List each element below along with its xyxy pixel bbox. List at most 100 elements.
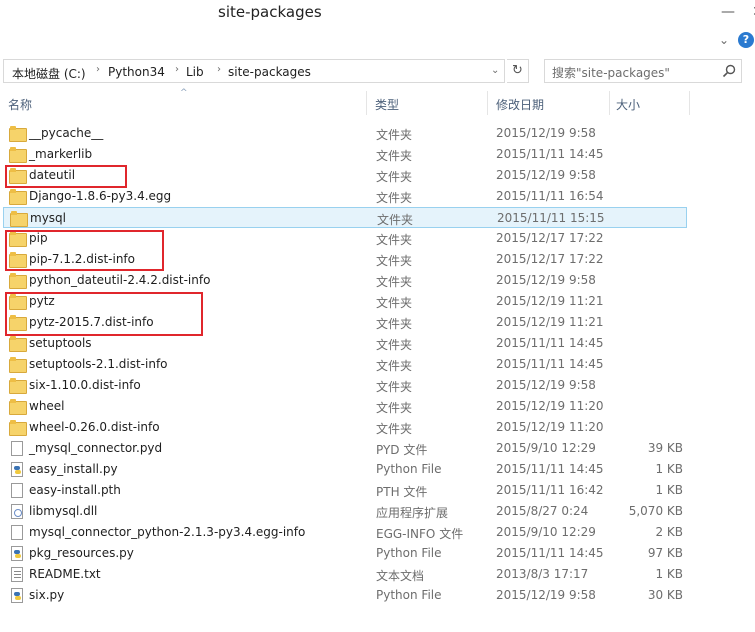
file-row[interactable]: setuptools-2.1.dist-info 文件夹 2015/11/11 14… bbox=[0, 354, 690, 375]
file-row[interactable]: wheel-0.26.0.dist-info 文件夹 2015/12/19 11:2… bbox=[0, 417, 690, 438]
chevron-right-icon[interactable]: › bbox=[217, 64, 221, 75]
file-row[interactable]: pytz-2015.7.dist-info 文件夹 2015/12/19 11:21 bbox=[0, 312, 690, 333]
file-modified-date: 2015/12/19 9:58 bbox=[496, 168, 596, 182]
address-row: 本地磁盘 (C:) › Python34 › Lib › site-packag… bbox=[0, 57, 755, 87]
file-type: 文件夹 bbox=[376, 380, 413, 394]
file-row[interactable]: easy_install.py Python File 2015/11/11 14:… bbox=[0, 459, 690, 480]
file-modified-date: 2015/12/19 11:20 bbox=[496, 399, 604, 413]
text-file-icon bbox=[11, 567, 23, 582]
file-modified-date: 2015/12/19 11:21 bbox=[496, 294, 604, 308]
file-size: 1 KB bbox=[655, 567, 683, 581]
file-icon bbox=[11, 441, 23, 456]
file-type: 文件夹 bbox=[376, 128, 413, 142]
file-modified-date: 2015/12/19 9:58 bbox=[496, 126, 596, 140]
search-icon[interactable] bbox=[721, 63, 737, 79]
file-modified-date: 2015/9/10 12:29 bbox=[496, 441, 596, 455]
file-row[interactable]: pip 文件夹 2015/12/17 17:22 bbox=[0, 228, 690, 249]
window-title: site-packages bbox=[218, 3, 322, 21]
file-type: 文件夹 bbox=[376, 422, 413, 436]
column-header-name[interactable]: 名称 bbox=[8, 96, 32, 113]
chevron-right-icon[interactable]: › bbox=[96, 64, 100, 75]
file-row[interactable]: __pycache__ 文件夹 2015/12/19 9:58 bbox=[0, 123, 690, 144]
file-row[interactable]: easy-install.pth PTH 文件 2015/11/11 16:42 1 … bbox=[0, 480, 690, 501]
column-divider[interactable] bbox=[366, 91, 367, 115]
file-name: mysql bbox=[30, 211, 66, 225]
file-row[interactable]: mysql_connector_python-2.1.3-py3.4.egg-i… bbox=[0, 522, 690, 543]
file-type: Python File bbox=[376, 588, 442, 602]
address-bar[interactable]: 本地磁盘 (C:) › Python34 › Lib › site-packag… bbox=[3, 59, 505, 83]
file-row[interactable]: pkg_resources.py Python File 2015/11/11 14… bbox=[0, 543, 690, 564]
ribbon-bar: ⌄ ? bbox=[0, 27, 755, 55]
file-row[interactable]: pip-7.1.2.dist-info 文件夹 2015/12/17 17:22 bbox=[0, 249, 690, 270]
folder-icon bbox=[10, 211, 28, 227]
breadcrumb-lib[interactable]: Lib bbox=[186, 65, 204, 79]
file-size: 2 KB bbox=[655, 525, 683, 539]
file-name: easy_install.py bbox=[29, 462, 118, 476]
file-modified-date: 2015/11/11 15:15 bbox=[497, 211, 605, 225]
file-type: 文件夹 bbox=[376, 254, 413, 268]
file-name: six-1.10.0.dist-info bbox=[29, 378, 141, 392]
file-row[interactable]: python_dateutil-2.4.2.dist-info 文件夹 2015/1… bbox=[0, 270, 690, 291]
file-name: pytz-2015.7.dist-info bbox=[29, 315, 154, 329]
file-name: _markerlib bbox=[29, 147, 93, 161]
search-input[interactable]: 搜索"site-packages" bbox=[544, 59, 742, 83]
file-type: 文件夹 bbox=[377, 213, 414, 227]
file-modified-date: 2015/11/11 14:45 bbox=[496, 357, 604, 371]
column-divider[interactable] bbox=[609, 91, 610, 115]
file-row[interactable]: setuptools 文件夹 2015/11/11 14:45 bbox=[0, 333, 690, 354]
file-row[interactable]: _markerlib 文件夹 2015/11/11 14:45 bbox=[0, 144, 690, 165]
file-modified-date: 2015/11/11 16:54 bbox=[496, 189, 604, 203]
file-row[interactable]: mysql 文件夹 2015/11/11 15:15 bbox=[3, 207, 687, 228]
close-button[interactable]: ✕ bbox=[744, 0, 755, 24]
file-row[interactable]: six-1.10.0.dist-info 文件夹 2015/12/19 9:58 bbox=[0, 375, 690, 396]
folder-icon bbox=[9, 315, 27, 331]
file-type: 文件夹 bbox=[376, 233, 413, 247]
file-type: EGG-INFO 文件 bbox=[376, 527, 464, 541]
file-size: 1 KB bbox=[655, 462, 683, 476]
chevron-right-icon[interactable]: › bbox=[175, 64, 179, 75]
file-row[interactable]: pytz 文件夹 2015/12/19 11:21 bbox=[0, 291, 690, 312]
file-type: 文件夹 bbox=[376, 191, 413, 205]
folder-icon bbox=[9, 189, 27, 205]
file-row[interactable]: README.txt 文本文档 2013/8/3 17:17 1 KB bbox=[0, 564, 690, 585]
file-name: __pycache__ bbox=[29, 126, 104, 140]
file-modified-date: 2015/12/19 9:58 bbox=[496, 273, 596, 287]
file-modified-date: 2015/12/19 9:58 bbox=[496, 588, 596, 602]
file-row[interactable]: wheel 文件夹 2015/12/19 11:20 bbox=[0, 396, 690, 417]
file-modified-date: 2015/12/17 17:22 bbox=[496, 252, 604, 266]
file-row[interactable]: libmysql.dll 应用程序扩展 2015/8/27 0:24 5,070 KB bbox=[0, 501, 690, 522]
column-header-row: ^ 名称 类型 修改日期 大小 bbox=[0, 88, 690, 115]
help-icon[interactable]: ? bbox=[738, 32, 754, 48]
file-modified-date: 2015/12/19 11:20 bbox=[496, 420, 604, 434]
expand-ribbon-icon[interactable]: ⌄ bbox=[716, 33, 732, 47]
column-header-size[interactable]: 大小 bbox=[616, 96, 640, 113]
file-name: Django-1.8.6-py3.4.egg bbox=[29, 189, 172, 203]
file-row[interactable]: dateutil 文件夹 2015/12/19 9:58 bbox=[0, 165, 690, 186]
breadcrumb-drive[interactable]: 本地磁盘 (C:) bbox=[12, 65, 86, 82]
file-modified-date: 2015/8/27 0:24 bbox=[496, 504, 589, 518]
column-header-type[interactable]: 类型 bbox=[375, 96, 399, 113]
file-name: pip-7.1.2.dist-info bbox=[29, 252, 135, 266]
column-header-date[interactable]: 修改日期 bbox=[496, 96, 544, 113]
file-name: pytz bbox=[29, 294, 55, 308]
file-row[interactable]: _mysql_connector.pyd PYD 文件 2015/9/10 12:2… bbox=[0, 438, 690, 459]
file-modified-date: 2015/11/11 14:45 bbox=[496, 147, 604, 161]
file-size: 97 KB bbox=[647, 546, 683, 560]
file-icon bbox=[11, 525, 23, 540]
file-type: 文件夹 bbox=[376, 296, 413, 310]
column-divider[interactable] bbox=[689, 91, 690, 115]
breadcrumb-site-packages[interactable]: site-packages bbox=[228, 65, 311, 79]
file-list: __pycache__ 文件夹 2015/12/19 9:58 _markerlib 文… bbox=[0, 123, 690, 606]
file-name: mysql_connector_python-2.1.3-py3.4.egg-i… bbox=[29, 525, 306, 539]
file-row[interactable]: six.py Python File 2015/12/19 9:58 30 KB bbox=[0, 585, 690, 606]
minimize-button[interactable]: — bbox=[714, 0, 742, 24]
file-modified-date: 2013/8/3 17:17 bbox=[496, 567, 589, 581]
file-type: PTH 文件 bbox=[376, 485, 428, 499]
file-size: 5,070 KB bbox=[628, 504, 683, 518]
file-row[interactable]: Django-1.8.6-py3.4.egg 文件夹 2015/11/11 16:5… bbox=[0, 186, 690, 207]
address-dropdown-icon[interactable]: ⌄ bbox=[491, 65, 499, 76]
file-type: 应用程序扩展 bbox=[376, 506, 449, 520]
column-divider[interactable] bbox=[487, 91, 488, 115]
breadcrumb-python34[interactable]: Python34 bbox=[108, 65, 165, 79]
refresh-button[interactable]: ↻ bbox=[507, 59, 529, 83]
